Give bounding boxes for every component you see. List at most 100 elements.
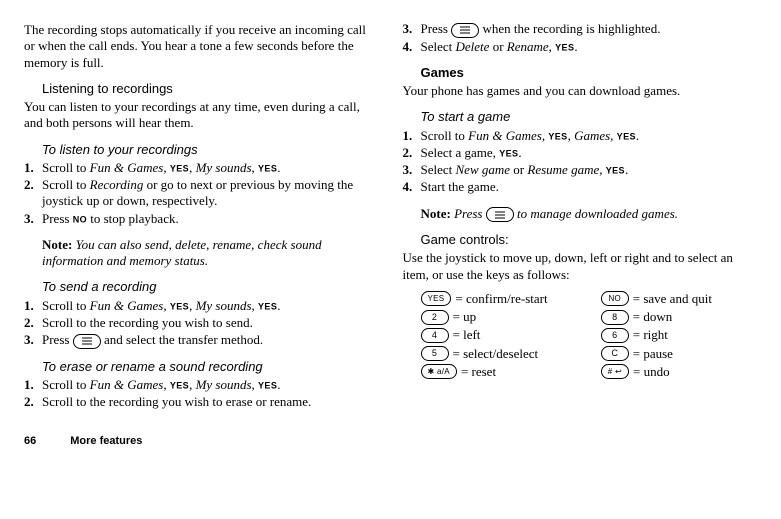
games-paragraph: Your phone has games and you can downloa… [403, 83, 758, 99]
text: Scroll to [42, 177, 90, 192]
note-text: You can also send, delete, rename, check… [42, 237, 322, 268]
text: Press [42, 211, 73, 226]
step-body: Select Delete or Rename, YES. [421, 39, 758, 55]
control-label: = up [453, 309, 477, 325]
text: Scroll to [42, 160, 90, 175]
yes-label: YES [258, 380, 277, 390]
controls-left-col: YES = confirm/re-start 2 = up 4 = left 5… [421, 289, 577, 382]
control-label: = left [453, 327, 481, 343]
step-number: 2. [24, 315, 42, 331]
control-label: = down [633, 309, 672, 325]
yes-label: YES [258, 163, 277, 173]
text: Scroll to [421, 128, 469, 143]
text: Scroll to [42, 298, 90, 313]
control-label: = right [633, 327, 668, 343]
step-body: Scroll to Fun & Games, YES, My sounds, Y… [42, 377, 379, 393]
game-controls-heading: Game controls: [421, 232, 758, 248]
note-block: Note: You can also send, delete, rename,… [42, 237, 379, 270]
menu-path: Games [574, 128, 610, 143]
text: Select [421, 39, 456, 54]
menu-path: Fun & Games [90, 160, 164, 175]
control-label: = confirm/re-start [455, 291, 547, 307]
list-item: 1. Scroll to Fun & Games, YES, Games, YE… [403, 128, 758, 144]
note-label: Note: [421, 206, 451, 221]
control-row: 2 = up [421, 309, 577, 325]
options-key-icon [73, 334, 101, 349]
options-key-icon [451, 23, 479, 38]
yes-label: YES [258, 301, 277, 311]
right-column: 3. Press when the recording is highlight… [403, 20, 758, 411]
step-number: 2. [403, 145, 421, 161]
to-start-heading: To start a game [421, 109, 758, 125]
listening-heading: Listening to recordings [42, 81, 379, 97]
no-key-icon: NO [601, 291, 629, 306]
step-number: 3. [24, 211, 42, 227]
text: or [489, 39, 506, 54]
step-number: 1. [403, 128, 421, 144]
step-number: 3. [403, 162, 421, 178]
text: . [277, 160, 280, 175]
key-6-icon: 6 [601, 328, 629, 343]
listening-paragraph: You can listen to your recordings at any… [24, 99, 379, 132]
menu-option: Rename [507, 39, 549, 54]
list-item: 2. Scroll to the recording you wish to e… [24, 394, 379, 410]
list-item: 3. Press when the recording is highlight… [403, 21, 758, 38]
yes-label: YES [499, 148, 518, 158]
control-label: = reset [461, 364, 496, 380]
control-row: 5 = select/deselect [421, 346, 577, 362]
note-block: Note: Press to manage downloaded games. [421, 206, 758, 223]
text: . [574, 39, 577, 54]
step-number: 3. [403, 21, 421, 37]
star-key-icon: ✱ a/A [421, 364, 457, 379]
menu-path: Fun & Games [90, 298, 164, 313]
step-body: Select New game or Resume game, YES. [421, 162, 758, 178]
control-row: ✱ a/A = reset [421, 364, 577, 380]
control-row: YES = confirm/re-start [421, 291, 577, 307]
control-label: = pause [633, 346, 673, 362]
yes-label: YES [555, 42, 574, 52]
note-label: Note: [42, 237, 72, 252]
list-item: 2. Scroll to Recording or go to next or … [24, 177, 379, 210]
list-item: 1. Scroll to Fun & Games, YES, My sounds… [24, 298, 379, 314]
list-item: 4. Select Delete or Rename, YES. [403, 39, 758, 55]
controls-table: YES = confirm/re-start 2 = up 4 = left 5… [421, 289, 758, 382]
control-row: # ↩ = undo [601, 364, 757, 380]
text: . [277, 377, 280, 392]
list-item: 1. Scroll to Fun & Games, YES, My sounds… [24, 160, 379, 176]
text: . [518, 145, 521, 160]
key-8-icon: 8 [601, 310, 629, 325]
text: or [510, 162, 527, 177]
text: Press [42, 332, 73, 347]
key-5-icon: 5 [421, 346, 449, 361]
step-number: 3. [24, 332, 42, 348]
step-body: Scroll to Recording or go to next or pre… [42, 177, 379, 210]
note-text: Press [451, 206, 486, 221]
step-number: 2. [24, 394, 42, 410]
menu-option: Delete [456, 39, 490, 54]
content-columns: The recording stops automatically if you… [24, 20, 757, 411]
control-label: = save and quit [633, 291, 712, 307]
page-title: More features [70, 435, 142, 447]
menu-path: My sounds [196, 298, 252, 313]
step-number: 1. [24, 298, 42, 314]
hash-key-icon: # ↩ [601, 364, 629, 379]
menu-path: My sounds [196, 160, 252, 175]
text: . [625, 162, 628, 177]
intro-paragraph: The recording stops automatically if you… [24, 22, 379, 71]
list-item: 2. Select a game, YES. [403, 145, 758, 161]
yes-label: YES [170, 301, 189, 311]
game-controls-paragraph: Use the joystick to move up, down, left … [403, 250, 758, 283]
note-text: to manage downloaded games. [514, 206, 678, 221]
control-row: 6 = right [601, 327, 757, 343]
page-footer: 66More features [24, 435, 757, 449]
send-steps: 1. Scroll to Fun & Games, YES, My sounds… [24, 298, 379, 349]
step-body: Scroll to the recording you wish to eras… [42, 394, 379, 410]
list-item: 3. Press and select the transfer method. [24, 332, 379, 349]
key-2-icon: 2 [421, 310, 449, 325]
step-number: 4. [403, 179, 421, 195]
erase-steps-cont: 3. Press when the recording is highlight… [403, 21, 758, 55]
step-body: Press when the recording is highlighted. [421, 21, 758, 38]
step-body: Scroll to Fun & Games, YES, Games, YES. [421, 128, 758, 144]
menu-path: Fun & Games [468, 128, 542, 143]
key-c-icon: C [601, 346, 629, 361]
